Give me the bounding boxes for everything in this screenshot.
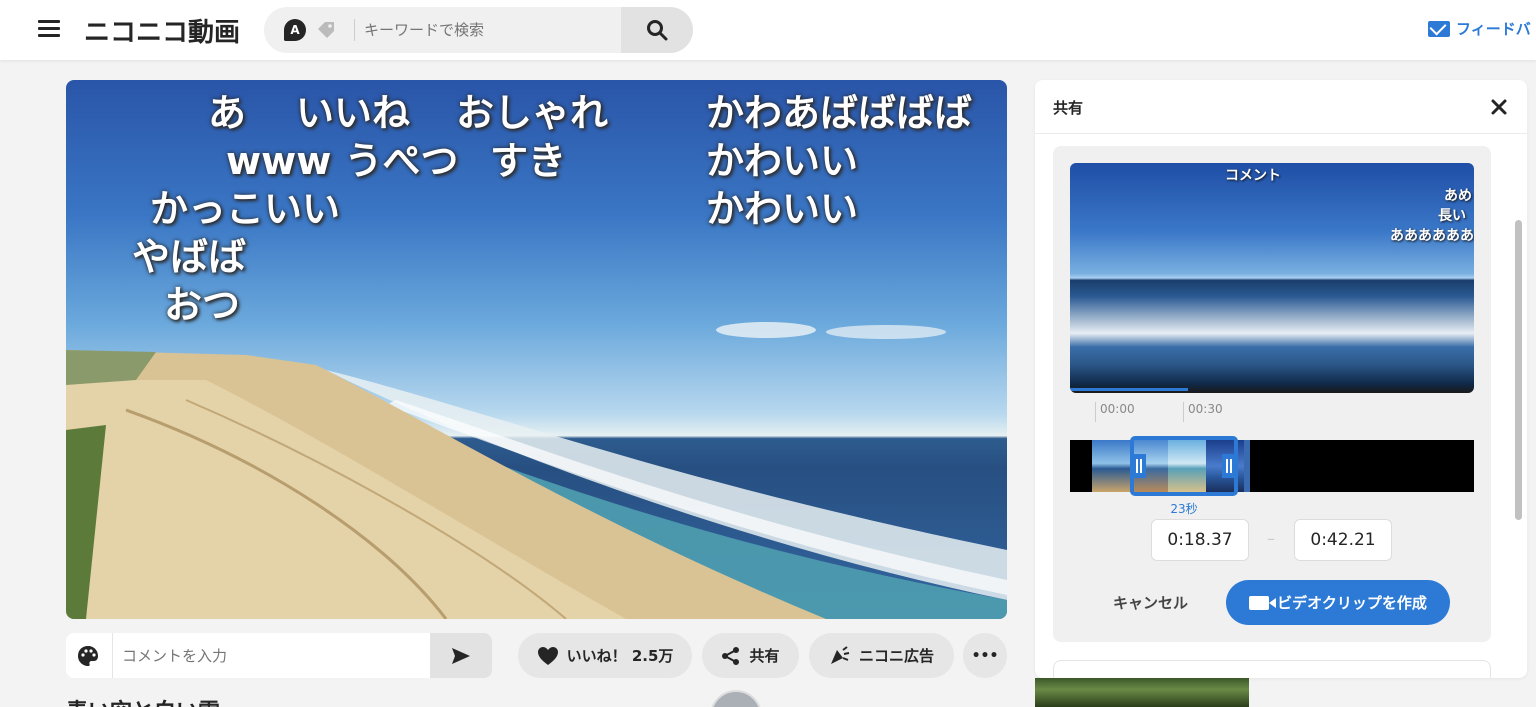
- create-clip-label: ビデオクリップを作成: [1277, 594, 1427, 612]
- share-label: 共有: [749, 647, 780, 665]
- share-panel: 共有 コメント あめ 長い ああああああ 00:00 00:30 23秒 0:1…: [1035, 80, 1527, 678]
- send-comment-button[interactable]: [430, 633, 492, 678]
- mail-icon: [1428, 21, 1450, 37]
- palette-icon[interactable]: [76, 644, 100, 668]
- timeline-thumb: [1244, 440, 1250, 492]
- search-divider: [354, 19, 355, 41]
- danmaku-comment: あ: [208, 91, 247, 135]
- comment-divider: [112, 633, 113, 678]
- preview-comment: 長い: [1438, 208, 1466, 224]
- nicoad-label: ニコニ広告: [858, 647, 934, 665]
- timeline-thumb: [1092, 440, 1130, 492]
- megaphone-icon: [830, 645, 850, 664]
- search-input[interactable]: [364, 15, 614, 45]
- end-time-field[interactable]: 0:42.21: [1294, 519, 1392, 561]
- comment-bar: [66, 633, 492, 678]
- clip-range-selector[interactable]: [1130, 436, 1238, 496]
- send-icon: [452, 648, 470, 664]
- avatar[interactable]: [710, 690, 762, 707]
- share-option-card[interactable]: [1053, 660, 1491, 678]
- preview-comment: コメント: [1225, 168, 1281, 184]
- menu-icon[interactable]: [38, 20, 60, 38]
- recommended-thumbnail[interactable]: [1035, 678, 1249, 707]
- share-panel-header: 共有: [1035, 80, 1527, 134]
- danmaku-comment: かわいい: [706, 139, 859, 183]
- time-separator: –: [1267, 529, 1275, 548]
- danmaku-comment: かっこいい: [150, 187, 341, 231]
- tick-label: 00:30: [1183, 402, 1223, 422]
- feedback-link[interactable]: フィードバ: [1428, 18, 1531, 39]
- like-label: いいね！ 2.5万: [566, 647, 674, 665]
- share-button[interactable]: 共有: [702, 633, 799, 678]
- tag-icon[interactable]: [316, 20, 336, 40]
- ai-search-icon[interactable]: A: [284, 19, 306, 41]
- preview-progress: [1070, 388, 1188, 391]
- range-end-handle[interactable]: [1222, 454, 1236, 478]
- cancel-button[interactable]: キャンセル: [1113, 592, 1188, 613]
- danmaku-comment: いいね: [296, 91, 411, 135]
- clip-editor: コメント あめ 長い ああああああ 00:00 00:30 23秒 0:18.3…: [1053, 146, 1491, 642]
- clip-duration: 23秒: [1170, 502, 1198, 516]
- preview-comment: あめ: [1444, 188, 1472, 204]
- share-panel-title: 共有: [1053, 99, 1084, 117]
- danmaku-comment: かわいい: [706, 187, 859, 231]
- more-button[interactable]: •••: [963, 633, 1007, 678]
- danmaku-comment: おしゃれ: [456, 91, 609, 135]
- tick-label: 00:00: [1095, 402, 1135, 422]
- niconico-logo[interactable]: ニコニコ動画: [84, 12, 240, 49]
- like-button[interactable]: いいね！ 2.5万: [518, 633, 692, 678]
- search-bar: A: [264, 7, 693, 53]
- search-icon: [647, 20, 668, 41]
- danmaku-comment: おつ: [164, 283, 241, 327]
- panel-scrollbar[interactable]: [1515, 220, 1522, 520]
- search-button[interactable]: [621, 7, 693, 53]
- nicoad-button[interactable]: ニコニ広告: [809, 633, 954, 678]
- video-title: 青い空と白い雲: [66, 694, 220, 707]
- top-header: ニコニコ動画 A フィードバ: [0, 0, 1536, 60]
- video-camera-icon: [1249, 595, 1277, 610]
- comment-input[interactable]: [122, 641, 422, 671]
- create-clip-button[interactable]: ビデオクリップを作成: [1226, 580, 1450, 625]
- range-start-handle[interactable]: [1132, 454, 1146, 478]
- more-icon: •••: [971, 647, 999, 664]
- heart-icon: [537, 646, 558, 665]
- video-player[interactable]: あ いいね おしゃれ かわあばばばば www うぺつ すき かわいい かっこいい…: [66, 80, 1007, 619]
- start-time-field[interactable]: 0:18.37: [1151, 519, 1249, 561]
- danmaku-comment: www うぺつ: [226, 139, 459, 183]
- clip-preview[interactable]: コメント あめ 長い ああああああ: [1070, 163, 1474, 393]
- share-icon: [722, 646, 740, 665]
- preview-comment: ああああああ: [1390, 228, 1474, 244]
- danmaku-comment: かわあばばばば: [706, 91, 973, 135]
- close-icon[interactable]: [1489, 97, 1509, 117]
- feedback-label: フィードバ: [1456, 20, 1531, 38]
- danmaku-comment: やばば: [132, 235, 247, 279]
- danmaku-comment: すき: [490, 139, 567, 183]
